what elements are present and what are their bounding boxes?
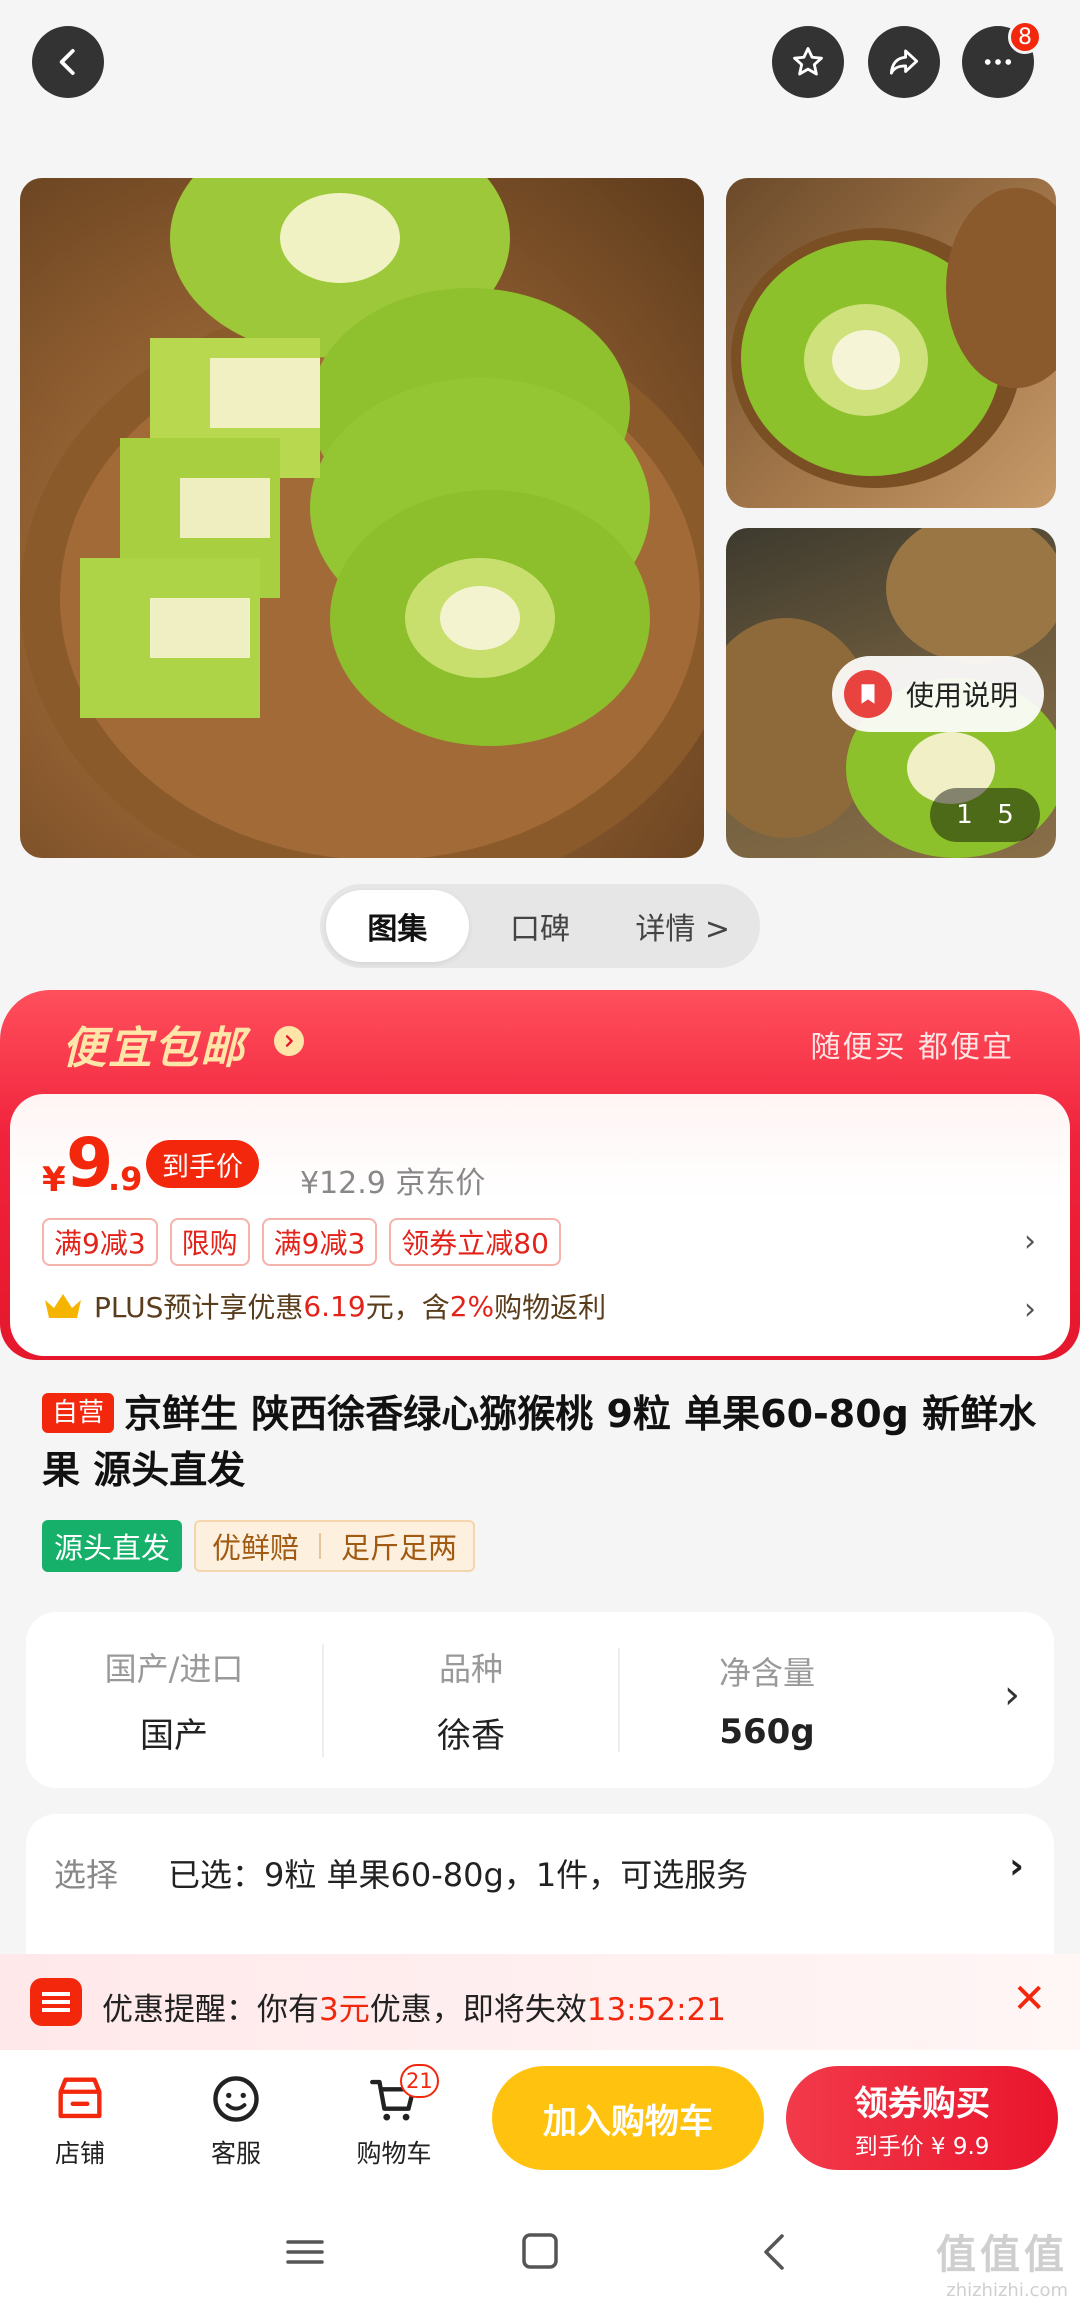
tab-reviews[interactable]: 口碑 [469,890,612,962]
buy-sub-label: 到手价 ¥ 9.9 [854,2133,990,2160]
plus-prefix: PLUS预计享优惠 [94,1291,304,1324]
cart-label: 购物车 [356,2139,432,2168]
chat-smile-icon [213,2076,259,2122]
watermark-url: zhizhizhi.com [946,2280,1068,2301]
product-title: 自营 京鲜生 陕西徐香绿心猕猴桃 9粒 单果60-80g 新鲜水果 源头直发 [42,1386,1042,1498]
attribute-variety: 品种 徐香 [322,1643,618,1757]
promo-slogan: 随便买 都便宜 [810,1030,1014,1065]
service-button[interactable]: 客服 [176,2070,296,2170]
attribute-origin: 国产/进口 国产 [26,1644,322,1757]
close-icon[interactable]: ✕ [1012,1976,1046,2022]
kiwi-half-illustration [731,188,1056,488]
back-button[interactable] [32,26,104,98]
store-icon [58,2077,102,2119]
main-product-image[interactable] [20,178,704,858]
pager-current: 1 [956,800,973,830]
coupon-tag[interactable]: 限购 [169,1218,250,1266]
attribute-key: 国产/进口 [104,1649,244,1688]
add-to-cart-button[interactable]: 加入购物车 [492,2066,764,2170]
chevron-right-icon[interactable]: › [1024,1224,1036,1259]
promo-title[interactable]: 便宜包邮 [62,1012,246,1076]
plus-suffix: 购物返利 [494,1291,607,1324]
coupon-reminder-bar[interactable]: 优惠提醒：你有3元优惠，即将失效13:52:21 ✕ [0,1954,1080,2050]
shop-button[interactable]: 店铺 [20,2070,140,2170]
menu-icon[interactable] [280,2232,330,2272]
bottom-action-bar: 店铺 客服 21 购物车 加入购物车 领券购买 到手价 ¥ 9.9 [0,2050,1080,2196]
tab-gallery[interactable]: 图集 [326,890,469,962]
plus-rate: 2% [449,1289,495,1323]
tab-details[interactable]: 详情 > [611,890,754,962]
more-button[interactable]: 8 [962,20,1042,98]
home-square-icon[interactable] [515,2232,565,2272]
favorite-button[interactable] [772,26,844,98]
divider [319,1533,322,1559]
coupon-tag[interactable]: 领券立减80 [389,1218,561,1266]
thumbnail-image-1[interactable] [726,178,1056,508]
reminder-amount: 3元 [319,1992,370,2028]
chevron-left-icon [59,49,75,75]
share-icon [889,49,919,75]
coupon-icon [30,1978,82,2026]
usage-guide-label: 使用说明 [906,679,1019,712]
product-page: 8 使用说明 1 5 图集 口碑 详情 > 便宜包邮 随便买 都便宜 ¥ 9 .… [0,0,1080,2307]
selection-row[interactable]: 选择 已选：9粒 单果60-80g，1件，可选服务 › [26,1814,1054,1954]
reminder-prefix: 优惠提醒：你有 [102,1992,319,2028]
selection-key: 选择 [54,1856,119,1894]
shop-label: 店铺 [54,2139,105,2168]
watermark: 值值值 zhizhizhi.com [936,2222,1068,2301]
guarantee-label: 足斤足两 [341,1531,458,1565]
chevron-right-icon[interactable]: › [1009,1846,1024,1887]
content-tabs: 图集 口碑 详情 > [320,884,760,968]
cart-count-badge: 21 [400,2064,439,2098]
back-nav-icon[interactable] [750,2232,800,2272]
hand-price-badge: 到手价 [146,1140,259,1188]
crown-icon [45,1294,81,1318]
bookmark-icon [844,670,892,718]
self-operated-badge: 自营 [42,1393,115,1433]
plus-amount: 6.19 [303,1289,366,1323]
attributes-card[interactable]: 国产/进口 国产 品种 徐香 净含量 560g › [26,1612,1054,1788]
attribute-value: 国产 [140,1715,208,1756]
coupon-tag[interactable]: 满9减3 [42,1218,158,1266]
chevron-right-icon[interactable]: › [1024,1292,1036,1327]
usage-guide-button[interactable]: 使用说明 [832,656,1044,732]
pager-total: 5 [997,800,1014,830]
reminder-text: 优惠提醒：你有3元优惠，即将失效13:52:21 [102,1984,726,2029]
plus-mid: 元，含 [365,1291,450,1324]
star-icon [793,47,823,76]
chevron-right-icon[interactable]: › [1004,1672,1020,1718]
price-integer: 9 [66,1124,114,1203]
image-pager: 1 5 [930,788,1040,842]
system-navigation-bar [0,2196,1080,2307]
feature-tags: 源头直发 优鲜赔 足斤足两 [42,1520,476,1572]
more-dots-icon [984,59,1012,65]
source-direct-tag: 源头直发 [42,1520,183,1572]
price-decimal: .9 [108,1160,143,1198]
cart-button[interactable]: 21 购物车 [334,2064,454,2170]
currency-symbol: ¥ [42,1160,66,1200]
kiwi-plate-illustration [20,178,704,858]
jd-price: ¥12.9 京东价 [300,1166,486,1201]
attribute-key: 品种 [438,1649,503,1688]
attribute-weight: 净含量 560g [618,1648,914,1752]
service-label: 客服 [210,2139,261,2168]
reminder-countdown: 13:52:21 [586,1992,726,2028]
selection-value: 已选：9粒 单果60-80g，1件，可选服务 [168,1856,749,1894]
buy-with-coupon-button[interactable]: 领券购买 到手价 ¥ 9.9 [786,2066,1058,2170]
product-title-text: 京鲜生 陕西徐香绿心猕猴桃 9粒 单果60-80g 新鲜水果 源头直发 [42,1392,1037,1492]
guarantee-label: 优鲜赔 [212,1531,300,1565]
attribute-value: 徐香 [437,1715,505,1756]
watermark-text: 值值值 [936,2232,1068,2278]
plus-rebate-row[interactable]: PLUS预计享优惠 6.19 元，含 2% 购物返利 [42,1286,606,1326]
coupon-tag[interactable]: 满9减3 [261,1218,378,1266]
notification-badge: 8 [1008,20,1042,54]
attribute-value: 560g [719,1712,815,1752]
coupon-tags[interactable]: 满9减3 限购 满9减3 领券立减80 [42,1218,561,1266]
service-guarantee-tag[interactable]: 优鲜赔 足斤足两 [194,1520,476,1572]
buy-label: 领券购买 [854,2083,990,2124]
share-button[interactable] [868,26,940,98]
chevron-right-icon[interactable] [274,1026,304,1056]
attribute-key: 净含量 [718,1654,815,1692]
reminder-mid: 优惠，即将失效 [369,1992,587,2028]
